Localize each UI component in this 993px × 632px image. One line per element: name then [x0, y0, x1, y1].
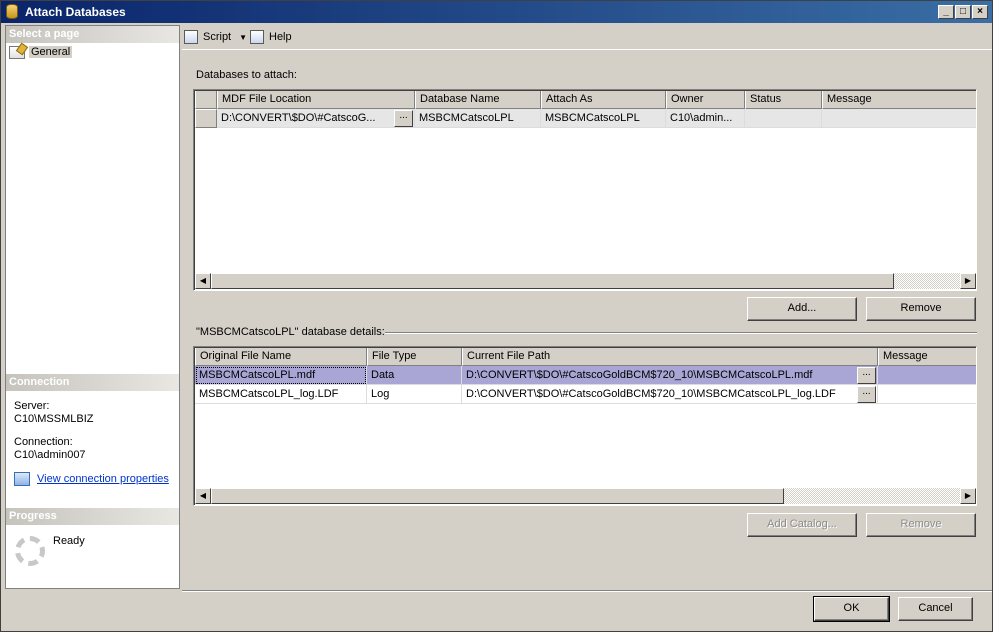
- scrollbar-thumb[interactable]: [211, 273, 894, 289]
- column-header-mdf-location[interactable]: MDF File Location: [217, 91, 415, 109]
- browse-mdf-button[interactable]: ...: [394, 110, 413, 127]
- scroll-right-icon[interactable]: ▶: [960, 488, 976, 504]
- view-connection-properties-link[interactable]: View connection properties: [37, 473, 169, 485]
- database-icon: [6, 4, 18, 19]
- scroll-left-icon[interactable]: ◀: [195, 488, 211, 504]
- view-connection-properties[interactable]: View connection properties: [14, 472, 169, 486]
- script-button[interactable]: Script ▼: [184, 30, 247, 44]
- sidebar: Select a page General Connection Server:…: [5, 25, 180, 589]
- add-database-label: Add...: [787, 302, 817, 314]
- help-label: Help: [269, 31, 292, 43]
- databases-horizontal-scrollbar[interactable]: ◀ ▶: [195, 273, 976, 289]
- column-header-database-name[interactable]: Database Name: [415, 91, 541, 109]
- help-button[interactable]: Help: [250, 30, 292, 44]
- column-header-original-file-name[interactable]: Original File Name: [195, 348, 367, 366]
- original-file-name-cell[interactable]: MSBCMCatscoLPL_log.LDF: [195, 385, 367, 404]
- server-value: C10\MSSMLBIZ: [14, 413, 94, 425]
- add-catalog-button[interactable]: Add Catalog...: [747, 513, 857, 537]
- minimize-button[interactable]: _: [938, 5, 954, 19]
- details-grid: Original File Name File Type Current Fil…: [193, 346, 977, 506]
- footer-divider: [182, 590, 992, 592]
- column-header-message[interactable]: Message: [822, 91, 976, 109]
- row-selector[interactable]: [195, 109, 217, 128]
- attach-databases-dialog: Attach Databases _ □ × Select a page Gen…: [0, 0, 993, 632]
- connection-header: Connection: [6, 374, 179, 391]
- remove-database-label: Remove: [900, 302, 942, 314]
- ok-label: OK: [843, 602, 860, 614]
- status-cell: [745, 109, 822, 128]
- database-name-cell[interactable]: MSBCMCatscoLPL: [415, 109, 541, 128]
- connection-properties-icon: [14, 472, 30, 486]
- close-button[interactable]: ×: [972, 5, 988, 19]
- script-label: Script: [203, 31, 232, 43]
- cancel-button[interactable]: Cancel: [898, 597, 973, 621]
- attach-as-cell[interactable]: MSBCMCatscoLPL: [541, 109, 666, 128]
- column-header-file-type[interactable]: File Type: [367, 348, 462, 366]
- scrollbar-thumb[interactable]: [211, 488, 784, 504]
- message-cell: [878, 366, 976, 385]
- databases-grid: MDF File Location Database Name Attach A…: [193, 89, 977, 291]
- file-type-cell[interactable]: Data: [367, 366, 462, 385]
- window-title: Attach Databases: [25, 5, 126, 19]
- details-horizontal-scrollbar[interactable]: ◀ ▶: [195, 488, 976, 504]
- toolbar: Script ▼ Help: [182, 25, 992, 49]
- message-cell: [822, 109, 976, 128]
- chevron-down-icon: ▼: [239, 32, 248, 42]
- database-details-label: "MSBCMCatscoLPL" database details:: [196, 326, 385, 338]
- databases-to-attach-label: Databases to attach:: [196, 69, 297, 81]
- progress-header: Progress: [6, 508, 179, 525]
- remove-file-label: Remove: [900, 518, 942, 530]
- column-header-current-file-path[interactable]: Current File Path: [462, 348, 878, 366]
- server-label: Server:: [14, 400, 50, 412]
- message-cell: [878, 385, 976, 404]
- column-header-owner[interactable]: Owner: [666, 91, 745, 109]
- remove-file-button[interactable]: Remove: [866, 513, 976, 537]
- mdf-location-cell[interactable]: D:\CONVERT\$DO\#CatscoG...: [217, 109, 415, 128]
- current-file-path-cell[interactable]: D:\CONVERT\$DO\#CatscoGoldBCM$720_10\MSB…: [462, 366, 878, 385]
- add-database-button[interactable]: Add...: [747, 297, 857, 321]
- current-file-path-cell[interactable]: D:\CONVERT\$DO\#CatscoGoldBCM$720_10\MSB…: [462, 385, 878, 404]
- browse-file-path-button[interactable]: ...: [857, 386, 876, 403]
- toolbar-divider: [182, 49, 992, 50]
- help-icon: [250, 30, 264, 44]
- details-group-divider: [385, 332, 977, 334]
- row-header-column: [195, 91, 217, 109]
- connection-label: Connection:: [14, 436, 73, 448]
- column-header-message[interactable]: Message: [878, 348, 976, 366]
- progress-spinner-icon: [15, 536, 45, 566]
- maximize-button[interactable]: □: [955, 5, 971, 19]
- column-header-status[interactable]: Status: [745, 91, 822, 109]
- progress-status: Ready: [53, 535, 85, 547]
- title-bar: Attach Databases _ □ ×: [1, 1, 992, 23]
- select-page-header: Select a page: [6, 26, 179, 43]
- page-item-general[interactable]: General: [9, 44, 73, 60]
- page-settings-icon: [9, 45, 25, 59]
- scroll-left-icon[interactable]: ◀: [195, 273, 211, 289]
- cancel-label: Cancel: [918, 602, 953, 614]
- script-icon: [184, 30, 198, 44]
- add-catalog-label: Add Catalog...: [767, 518, 837, 530]
- column-header-attach-as[interactable]: Attach As: [541, 91, 666, 109]
- file-type-cell[interactable]: Log: [367, 385, 462, 404]
- ok-button[interactable]: OK: [813, 596, 890, 622]
- browse-file-path-button[interactable]: ...: [857, 367, 876, 384]
- owner-cell[interactable]: C10\admin...: [666, 109, 745, 128]
- connection-value: C10\admin007: [14, 449, 86, 461]
- remove-database-button[interactable]: Remove: [866, 297, 976, 321]
- page-item-label: General: [29, 46, 73, 58]
- original-file-name-cell[interactable]: MSBCMCatscoLPL.mdf: [195, 366, 367, 385]
- scroll-right-icon[interactable]: ▶: [960, 273, 976, 289]
